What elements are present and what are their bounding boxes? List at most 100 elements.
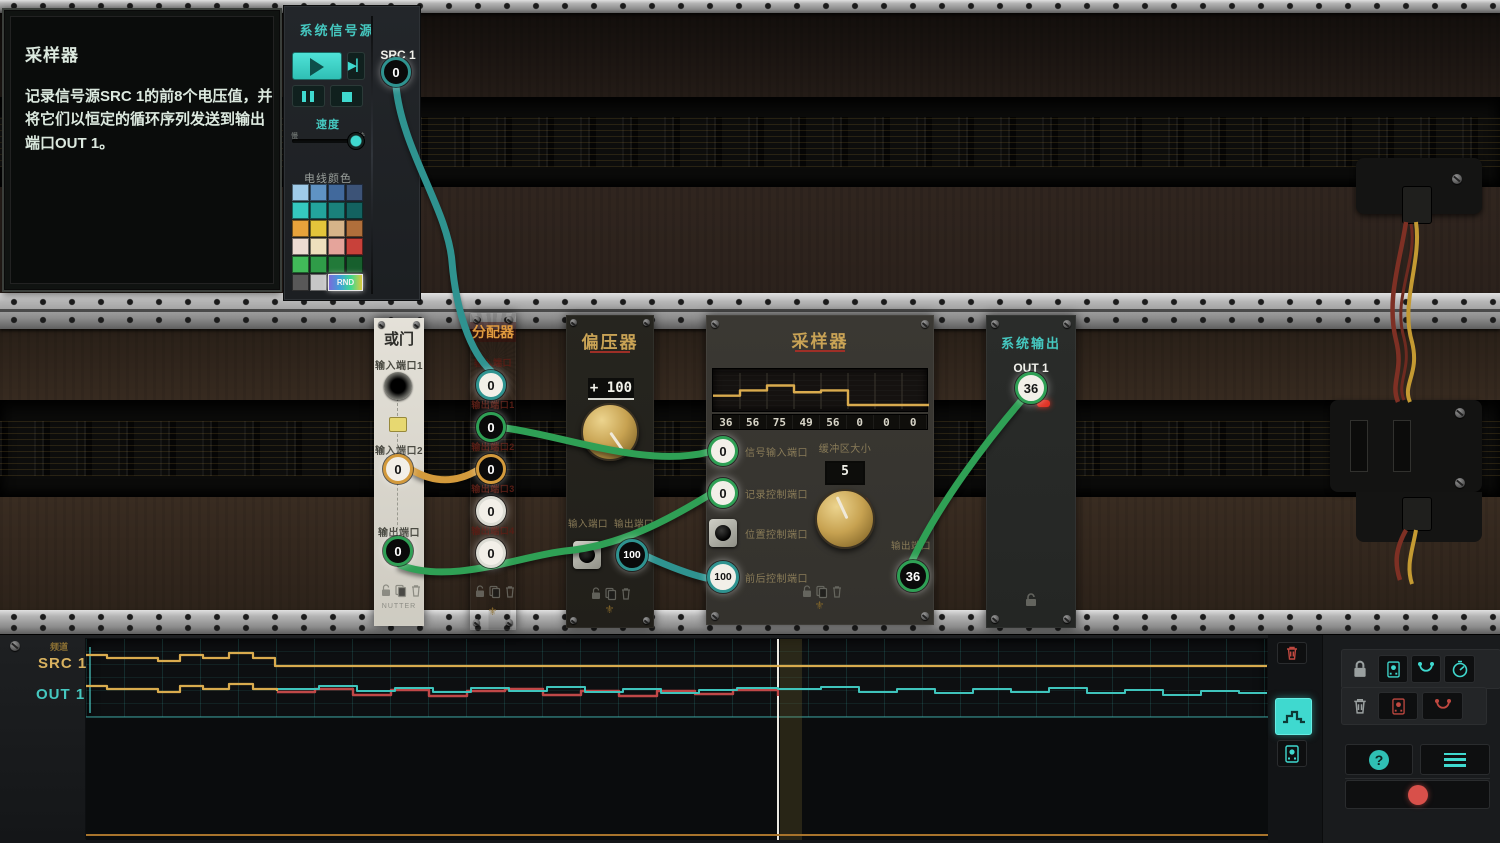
wire-color-swatch[interactable] [328,202,345,219]
bias-offset-value: + 100 [588,378,634,400]
wire-color-swatch[interactable] [292,184,309,201]
sampler-in2-port[interactable]: 0 [708,478,738,508]
or-in1-label: 输入端口1 [374,361,424,372]
sampler-waveform-display [712,368,929,412]
wire-color-swatch[interactable] [292,238,309,255]
sampler-title: 采样器 [791,332,849,351]
splitter-title: 分配器 [470,322,516,342]
wire-color-swatch[interactable] [310,238,327,255]
bottom-console: 频道 SRC 1 OUT 1 ? [0,634,1500,843]
delete-modules-button[interactable] [1378,692,1418,720]
pin-header [1350,420,1368,472]
oscilloscope [85,638,1269,840]
scope-corner-label: 频道 [50,642,69,652]
lock-wires-button[interactable] [1411,655,1441,683]
splitter-out4-label: 输出端口4 [471,526,515,536]
sampler-in1-port[interactable]: 0 [708,436,738,466]
bias-input-socket[interactable] [573,541,601,569]
wire-color-swatch[interactable] [310,184,327,201]
record-button[interactable] [1345,780,1490,809]
wire-color-swatch[interactable] [346,220,363,237]
sampler-buffer-size: 5 [827,463,863,483]
scope-side-strip [1268,635,1322,843]
splitter-in-port[interactable]: 0 [476,370,506,400]
wire-color-swatch[interactable] [346,202,363,219]
sampler-ornament: ⚜ [814,600,826,612]
sampler-buffer-values: 36 56 75 49 56 0 0 0 [712,414,928,430]
source-panel-title: 系统信号源 [299,23,375,38]
bias-out-port[interactable]: 100 [616,539,648,571]
splitter-out1-port[interactable]: 0 [476,412,506,442]
wire-color-swatch[interactable] [310,274,327,291]
pin-block-lower [1402,497,1432,531]
help-button[interactable]: ? [1345,744,1413,775]
splitter-out2-port[interactable]: 0 [476,454,506,484]
lock-modules-button[interactable] [1378,655,1408,683]
menu-button[interactable] [1420,744,1490,775]
wire-color-palette[interactable]: RND [292,184,363,291]
wire-color-swatch[interactable] [328,256,345,273]
buffer-value: 0 [847,415,874,429]
or-in2-port[interactable]: 0 [383,454,413,484]
wire-color-swatch[interactable] [328,238,345,255]
timer-button[interactable] [1444,655,1475,683]
speed-slider-thumb[interactable] [347,132,365,150]
sampler-in3-label: 位置控制端口 [745,530,808,541]
speed-label: 速度 [316,119,340,131]
signal-source-panel: 系统信号源 ▶▏ 速度 慢 快 电线颜色 RND SRC 1 [283,5,421,301]
pause-button[interactable] [292,85,325,107]
pin-header [1393,420,1411,472]
or-out-port[interactable]: 0 [383,536,413,566]
record-icon [1407,784,1428,805]
splitter-out3-port[interactable]: 0 [476,496,506,526]
or-in1-socket[interactable] [384,372,412,400]
wire-color-swatch[interactable] [328,184,345,201]
wire-color-swatch[interactable] [292,256,309,273]
splitter-out3-label: 输出端口3 [471,484,515,494]
sampler-out-label: 输出端口 [891,541,932,552]
module-bias[interactable]: 偏压器 + 100 输入端口 输出端口 ⚜ [566,315,654,628]
wire-color-swatch[interactable] [328,220,345,237]
channel-src1-label: SRC 1 [38,655,88,672]
sampler-in4-port[interactable]: 100 [707,561,739,593]
scope-view-button[interactable] [1275,698,1312,735]
wire-color-swatch[interactable] [310,202,327,219]
wire-color-swatch[interactable] [346,238,363,255]
stop-button[interactable] [330,85,363,107]
buffer-value: 0 [900,415,927,429]
wire-color-swatch[interactable] [292,274,309,291]
delete-channel-button[interactable] [1277,642,1307,664]
splitter-out4-port[interactable]: 0 [476,538,506,568]
wire-color-swatch[interactable] [292,220,309,237]
wire-color-swatch[interactable] [346,184,363,201]
wire-color-swatch[interactable] [292,202,309,219]
wire-color-swatch[interactable] [310,220,327,237]
sampler-out-port[interactable]: 36 [897,560,929,592]
delete-mode-button[interactable] [1347,692,1373,720]
task-description: 记录信号源SRC 1的前8个电压值，并将它们以恒定的循环序列发送到输出端口OUT… [25,88,273,152]
wire-color-swatch[interactable] [346,256,363,273]
task-screen: 采样器 记录信号源SRC 1的前8个电压值，并将它们以恒定的循环序列发送到输出端… [10,16,274,284]
delete-wires-button[interactable] [1422,692,1463,720]
scope-traces [86,651,1267,698]
sampler-in4-label: 前后控制端口 [745,574,808,585]
buffer-value: 49 [793,415,820,429]
sampler-knob[interactable] [815,489,875,549]
module-system-output[interactable]: 系统输出 OUT 1 [986,315,1076,628]
step-button[interactable]: ▶▏ [347,52,365,80]
wire-color-swatch[interactable] [310,256,327,273]
bias-knob[interactable] [581,403,639,461]
task-title: 采样器 [25,46,79,65]
play-button[interactable] [292,52,342,80]
src1-port[interactable]: 0 [381,57,411,87]
step-icon: ▶▏ [348,60,365,72]
wire-color-random[interactable]: RND [328,274,363,291]
splitter-out1-label: 输出端口1 [471,400,515,410]
game-stage: 采样器 记录信号源SRC 1的前8个电压值，并将它们以恒定的循环序列发送到输出端… [0,0,1500,843]
lock-all-button[interactable] [1347,655,1373,683]
play-icon [310,58,324,76]
sampler-position-socket[interactable] [709,519,737,547]
splitter-out2-label: 输出端口2 [471,442,515,452]
module-view-button[interactable] [1277,740,1307,767]
out1-port[interactable]: 36 [1015,372,1047,404]
